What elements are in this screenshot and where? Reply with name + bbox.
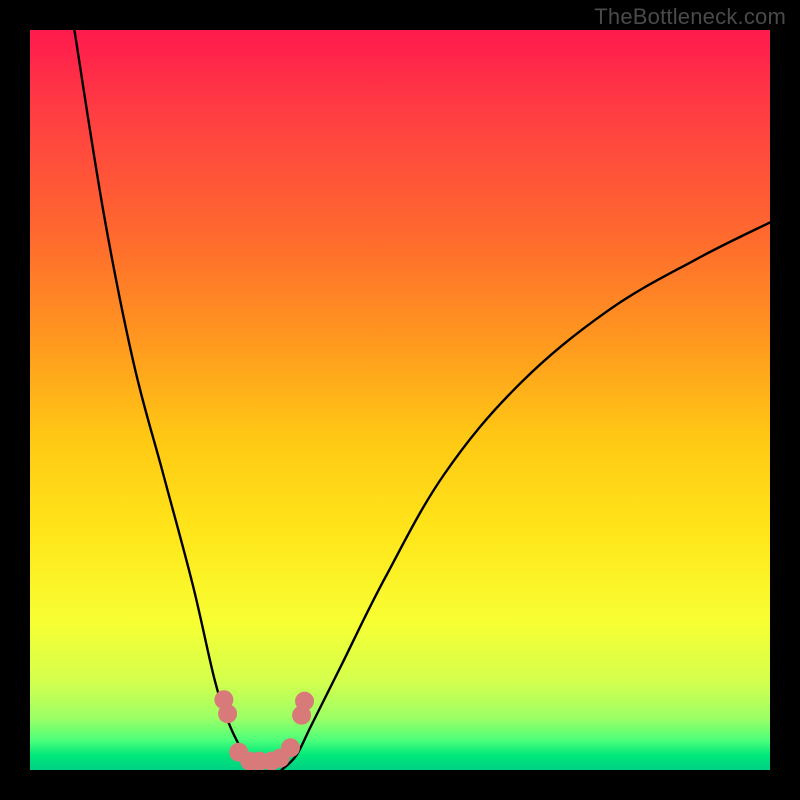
curve-left-arm bbox=[74, 30, 252, 770]
chart-svg bbox=[30, 30, 770, 770]
curve-right-arm bbox=[282, 222, 770, 770]
chart-frame: TheBottleneck.com bbox=[0, 0, 800, 800]
marker-dot bbox=[295, 692, 314, 711]
plot-area bbox=[30, 30, 770, 770]
watermark-text: TheBottleneck.com bbox=[594, 4, 786, 30]
marker-dots bbox=[214, 690, 314, 770]
marker-dot bbox=[281, 738, 300, 757]
curve-lines bbox=[74, 30, 770, 770]
marker-dot bbox=[218, 704, 237, 723]
